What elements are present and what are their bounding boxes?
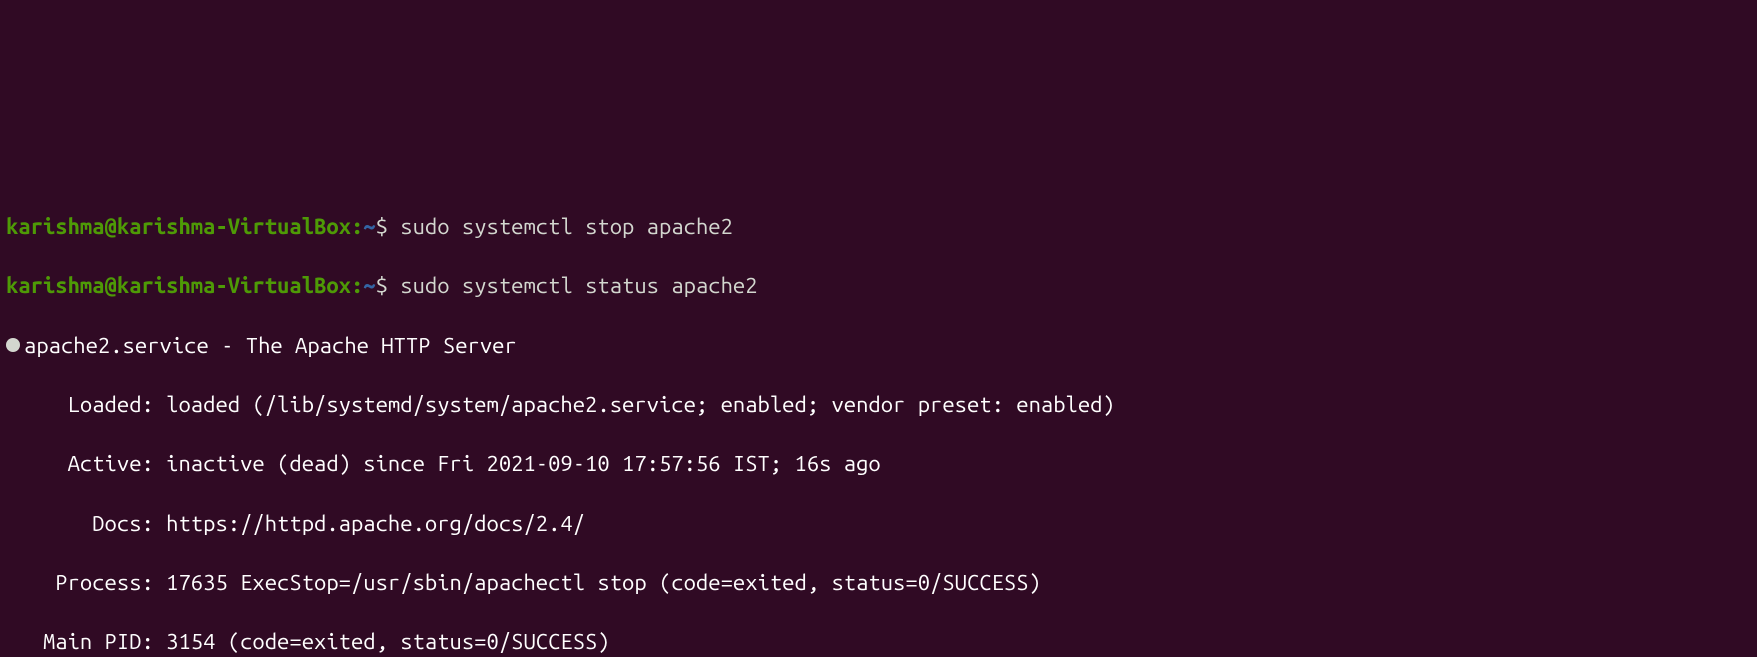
status-process: Process: 17635 ExecStop=/usr/sbin/apache… [6, 568, 1751, 598]
command-1: sudo systemctl stop apache2 [400, 214, 733, 239]
prompt-user: karishma@karishma-VirtualBox [6, 273, 351, 298]
status-active: Active: inactive (dead) since Fri 2021-0… [6, 449, 1751, 479]
status-docs: Docs: https://httpd.apache.org/docs/2.4/ [6, 509, 1751, 539]
prompt-line-2: karishma@karishma-VirtualBox:~$ sudo sys… [6, 271, 1751, 301]
prompt-path: ~ [363, 273, 375, 298]
prompt-dollar: $ [376, 214, 388, 239]
status-mainpid: Main PID: 3154 (code=exited, status=0/SU… [6, 627, 1751, 657]
status-loaded: Loaded: loaded (/lib/systemd/system/apac… [6, 390, 1751, 420]
prompt-user: karishma@karishma-VirtualBox [6, 214, 351, 239]
terminal[interactable]: karishma@karishma-VirtualBox:~$ sudo sys… [0, 148, 1757, 657]
status-header: apache2.service - The Apache HTTP Server [6, 331, 1751, 361]
prompt-path: ~ [363, 214, 375, 239]
status-dot-icon [6, 338, 20, 352]
command-2: sudo systemctl status apache2 [400, 273, 757, 298]
prompt-line-1: karishma@karishma-VirtualBox:~$ sudo sys… [6, 212, 1751, 242]
prompt-dollar: $ [376, 273, 388, 298]
